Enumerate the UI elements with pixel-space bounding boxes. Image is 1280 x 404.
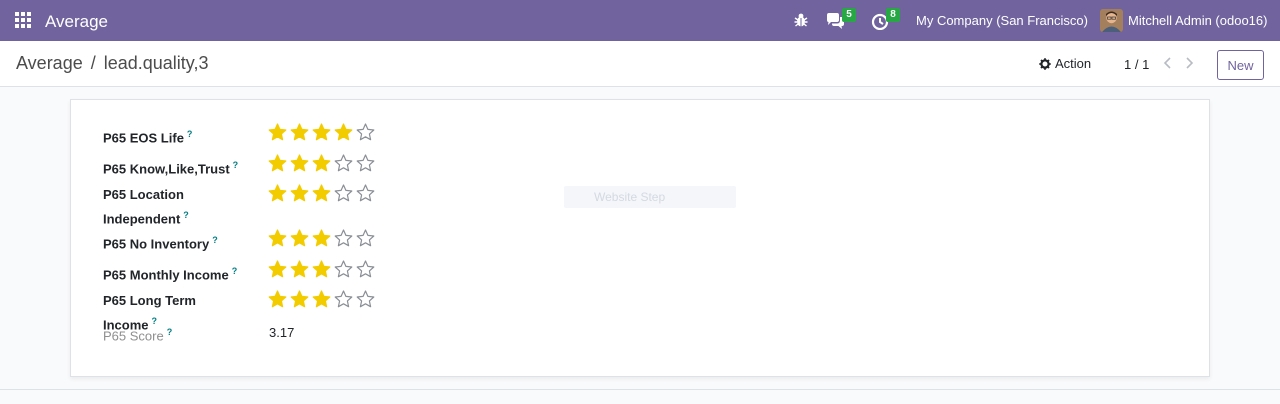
stars-monthly-income: [268, 260, 375, 278]
star-filled-icon[interactable]: [290, 154, 309, 172]
star-filled-icon[interactable]: [290, 184, 309, 202]
star-filled-icon[interactable]: [290, 123, 309, 141]
stars-location-independent: [268, 184, 375, 202]
field-label-text-line1: P65 Location: [103, 187, 184, 202]
star-filled-icon[interactable]: [290, 260, 309, 278]
star-empty-icon[interactable]: [356, 290, 375, 308]
star-filled-icon[interactable]: [312, 290, 331, 308]
star-filled-icon[interactable]: [334, 123, 353, 141]
field-label-eos-life: P65 EOS Life?: [103, 124, 253, 148]
gear-icon: [1039, 57, 1051, 70]
star-filled-icon[interactable]: [290, 290, 309, 308]
star-filled-icon[interactable]: [268, 229, 287, 247]
star-filled-icon[interactable]: [268, 123, 287, 141]
pager-value[interactable]: 1 / 1: [1124, 57, 1149, 72]
pager-previous-chevron-icon[interactable]: [1161, 55, 1175, 71]
star-filled-icon[interactable]: [312, 154, 331, 172]
star-empty-icon[interactable]: [334, 184, 353, 202]
stars-long-term-income: [268, 290, 375, 308]
help-tooltip-icon[interactable]: ?: [183, 210, 189, 220]
field-label-text: P65 Know,Like,Trust: [103, 161, 230, 177]
field-label-monthly-income: P65 Monthly Income?: [103, 261, 253, 285]
breadcrumb-current: lead.quality,3: [103, 53, 209, 73]
user-avatar[interactable]: [1100, 9, 1123, 32]
score-value: 3.17: [269, 325, 295, 340]
star-empty-icon[interactable]: [334, 290, 353, 308]
activities-count-badge: 8: [886, 8, 900, 22]
star-empty-icon[interactable]: [334, 260, 353, 278]
top-navbar: Average 5 8 My Company (San Francisco) M…: [0, 0, 1280, 41]
action-menu-button[interactable]: Action: [1039, 56, 1091, 71]
star-empty-icon[interactable]: [334, 229, 353, 247]
bottom-divider: [0, 389, 1280, 390]
star-empty-icon[interactable]: [356, 154, 375, 172]
new-record-button[interactable]: New: [1217, 50, 1264, 80]
help-tooltip-icon[interactable]: ?: [167, 327, 173, 337]
field-label-text: P65 Score: [103, 328, 164, 344]
company-switcher[interactable]: My Company (San Francisco): [916, 13, 1088, 28]
stars-know-like-trust: [268, 154, 375, 172]
star-empty-icon[interactable]: [356, 123, 375, 141]
star-filled-icon[interactable]: [268, 290, 287, 308]
star-filled-icon[interactable]: [268, 260, 287, 278]
field-label-score: P65 Score?: [103, 322, 253, 346]
field-label-text: P65 EOS Life: [103, 130, 184, 146]
star-filled-icon[interactable]: [268, 154, 287, 172]
breadcrumb-parent-link[interactable]: Average: [16, 53, 83, 74]
star-filled-icon[interactable]: [290, 229, 309, 247]
user-menu[interactable]: Mitchell Admin (odoo16): [1128, 13, 1267, 28]
help-tooltip-icon[interactable]: ?: [212, 235, 218, 245]
help-tooltip-icon[interactable]: ?: [187, 129, 193, 139]
pager-next-chevron-icon[interactable]: [1182, 55, 1196, 71]
star-empty-icon[interactable]: [356, 260, 375, 278]
debug-bug-icon[interactable]: [793, 12, 809, 28]
star-filled-icon[interactable]: [312, 229, 331, 247]
field-label-text: P65 No Inventory: [103, 236, 210, 252]
form-sheet: Website Step P65 EOS Life? P65 Know,Like…: [70, 99, 1210, 377]
app-title[interactable]: Average: [45, 12, 108, 32]
ghost-overlay-text: Website Step: [564, 186, 736, 208]
control-panel: Average / lead.quality,3 Action 1 / 1 Ne…: [0, 41, 1280, 87]
field-label-know-like-trust: P65 Know,Like,Trust?: [103, 155, 253, 179]
field-label-text-line2: Independent: [103, 211, 181, 227]
star-filled-icon[interactable]: [268, 184, 287, 202]
help-tooltip-icon[interactable]: ?: [233, 160, 239, 170]
field-label-location-independent: P65 Location Independent?: [103, 185, 253, 229]
star-filled-icon[interactable]: [312, 123, 331, 141]
star-empty-icon[interactable]: [334, 154, 353, 172]
breadcrumb-separator: /: [90, 53, 96, 73]
messages-count-badge: 5: [842, 8, 856, 22]
breadcrumb: Average / lead.quality,3: [16, 53, 208, 74]
help-tooltip-icon[interactable]: ?: [232, 266, 238, 276]
star-filled-icon[interactable]: [312, 184, 331, 202]
field-label-text: P65 Monthly Income: [103, 267, 229, 283]
stars-eos-life: [268, 123, 375, 141]
stars-no-inventory: [268, 229, 375, 247]
action-label: Action: [1055, 56, 1092, 71]
star-filled-icon[interactable]: [312, 260, 331, 278]
apps-menu-icon[interactable]: [14, 11, 32, 29]
star-empty-icon[interactable]: [356, 229, 375, 247]
field-label-no-inventory: P65 No Inventory?: [103, 230, 253, 254]
star-empty-icon[interactable]: [356, 184, 375, 202]
